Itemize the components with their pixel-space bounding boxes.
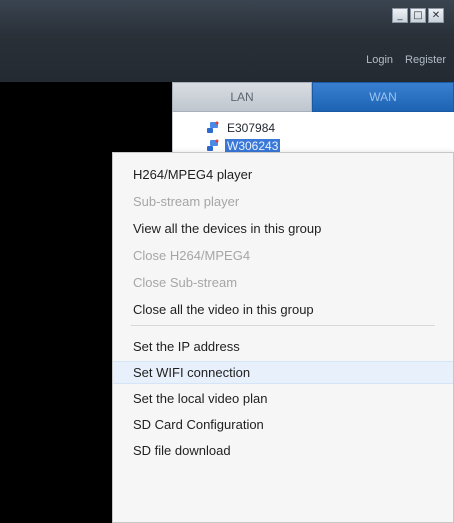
device-label: W306243 bbox=[225, 139, 281, 153]
menu-item-close-substream[interactable]: Close Sub-stream bbox=[113, 271, 453, 294]
close-button[interactable]: ✕ bbox=[428, 8, 444, 23]
auth-links: Login Register bbox=[366, 54, 446, 66]
device-label: E307984 bbox=[227, 121, 276, 135]
menu-item-set-local-video-plan[interactable]: Set the local video plan bbox=[113, 387, 453, 410]
window-controls: _ □ ✕ bbox=[392, 8, 444, 23]
menu-item-sd-file-download[interactable]: SD file download bbox=[113, 439, 453, 462]
top-toolbar: Login Register bbox=[0, 34, 454, 82]
menu-item-close-all-video[interactable]: Close all the video in this group bbox=[113, 298, 453, 321]
login-link[interactable]: Login bbox=[366, 54, 393, 66]
menu-item-set-ip-address[interactable]: Set the IP address bbox=[113, 335, 453, 358]
context-menu: H264/MPEG4 player Sub-stream player View… bbox=[112, 152, 454, 523]
menu-item-substream-player[interactable]: Sub-stream player bbox=[113, 190, 453, 213]
tab-wan[interactable]: WAN bbox=[312, 82, 454, 112]
device-item[interactable]: E307984 bbox=[205, 120, 277, 136]
camera-icon bbox=[205, 121, 219, 135]
network-tabs: LAN WAN bbox=[172, 82, 454, 112]
register-link[interactable]: Register bbox=[405, 54, 446, 66]
menu-item-set-wifi-connection[interactable]: Set WIFI connection bbox=[113, 361, 453, 384]
minimize-button[interactable]: _ bbox=[392, 8, 408, 23]
title-bar: _ □ ✕ bbox=[0, 0, 454, 35]
restore-button[interactable]: □ bbox=[410, 8, 426, 23]
menu-item-close-h264[interactable]: Close H264/MPEG4 bbox=[113, 244, 453, 267]
menu-item-sd-card-configuration[interactable]: SD Card Configuration bbox=[113, 413, 453, 436]
menu-item-view-all-devices[interactable]: View all the devices in this group bbox=[113, 217, 453, 240]
tab-lan[interactable]: LAN bbox=[172, 82, 312, 112]
menu-item-h264-player[interactable]: H264/MPEG4 player bbox=[113, 163, 453, 186]
camera-icon bbox=[205, 139, 219, 153]
menu-separator bbox=[131, 325, 435, 326]
app-window: _ □ ✕ Login Register LAN WAN E307984 W30… bbox=[0, 0, 454, 523]
